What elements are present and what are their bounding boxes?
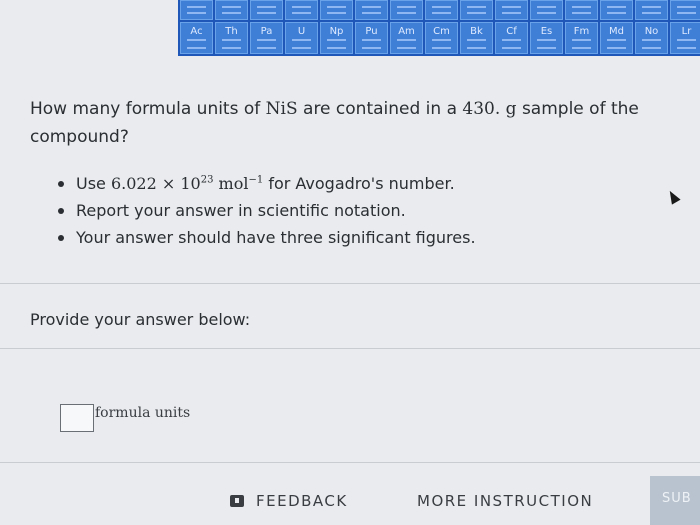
mouse-cursor-icon (665, 188, 681, 205)
element-cell (215, 0, 248, 20)
instruction-avogadro: Use 6.022 × 1023 mol−1 for Avogadro's nu… (58, 170, 476, 197)
answer-input[interactable] (60, 404, 94, 432)
element-am[interactable]: Am (390, 22, 423, 54)
answer-prompt: Provide your answer below: (30, 310, 251, 329)
element-es[interactable]: Es (530, 22, 563, 54)
periodic-table-strip: Ac Th Pa U Np Pu Am Cm Bk Cf Es Fm Md No… (178, 0, 700, 56)
section-divider (0, 283, 700, 284)
instruction-text: Use (76, 174, 111, 193)
element-u[interactable]: U (285, 22, 318, 54)
instruction-scientific-notation: Report your answer in scientific notatio… (58, 197, 476, 224)
feedback-label: FEEDBACK (256, 492, 348, 510)
question-mass: 430. g (462, 99, 517, 119)
instruction-list: Use 6.022 × 1023 mol−1 for Avogadro's nu… (58, 170, 476, 251)
feedback-button[interactable]: FEEDBACK (230, 492, 348, 510)
element-cell (320, 0, 353, 20)
element-cell (460, 0, 493, 20)
element-cell (250, 0, 283, 20)
element-np[interactable]: Np (320, 22, 353, 54)
element-th[interactable]: Th (215, 22, 248, 54)
footer-bar: FEEDBACK MORE INSTRUCTION SUB (0, 476, 700, 525)
instruction-text: for Avogadro's number. (263, 174, 455, 193)
periodic-table-actinide-row: Ac Th Pa U Np Pu Am Cm Bk Cf Es Fm Md No… (178, 22, 700, 54)
element-no[interactable]: No (635, 22, 668, 54)
section-divider (0, 348, 700, 349)
footer-divider (0, 462, 700, 463)
element-cell (355, 0, 388, 20)
element-pa[interactable]: Pa (250, 22, 283, 54)
element-cell (425, 0, 458, 20)
element-cell (180, 0, 213, 20)
element-cell (670, 0, 700, 20)
element-cell (285, 0, 318, 20)
avogadro-unit: mol (213, 174, 249, 193)
element-cf[interactable]: Cf (495, 22, 528, 54)
question-part: How many formula units of (30, 99, 266, 119)
question-part: are contained in a (297, 99, 463, 119)
element-fm[interactable]: Fm (565, 22, 598, 54)
question-formula: NiS (265, 99, 298, 119)
element-pu[interactable]: Pu (355, 22, 388, 54)
element-cell (495, 0, 528, 20)
instruction-significant-figures: Your answer should have three significan… (58, 224, 476, 251)
element-cm[interactable]: Cm (425, 22, 458, 54)
submit-button[interactable]: SUB (650, 476, 700, 525)
element-cell (565, 0, 598, 20)
element-lr[interactable]: Lr (670, 22, 700, 54)
element-cell (600, 0, 633, 20)
element-cell (530, 0, 563, 20)
more-instruction-button[interactable]: MORE INSTRUCTION (417, 492, 593, 510)
question-text: How many formula units of NiS are contai… (30, 95, 670, 151)
feedback-icon (230, 495, 244, 507)
element-cell (390, 0, 423, 20)
element-bk[interactable]: Bk (460, 22, 493, 54)
avogadro-exponent: 23 (200, 174, 214, 186)
answer-unit-label: formula units (95, 405, 191, 421)
avogadro-unit-exponent: −1 (248, 174, 264, 186)
element-ac[interactable]: Ac (180, 22, 213, 54)
periodic-table-top-row (178, 0, 700, 20)
avogadro-number: 6.022 × 10 (110, 174, 201, 193)
element-md[interactable]: Md (600, 22, 633, 54)
element-cell (635, 0, 668, 20)
